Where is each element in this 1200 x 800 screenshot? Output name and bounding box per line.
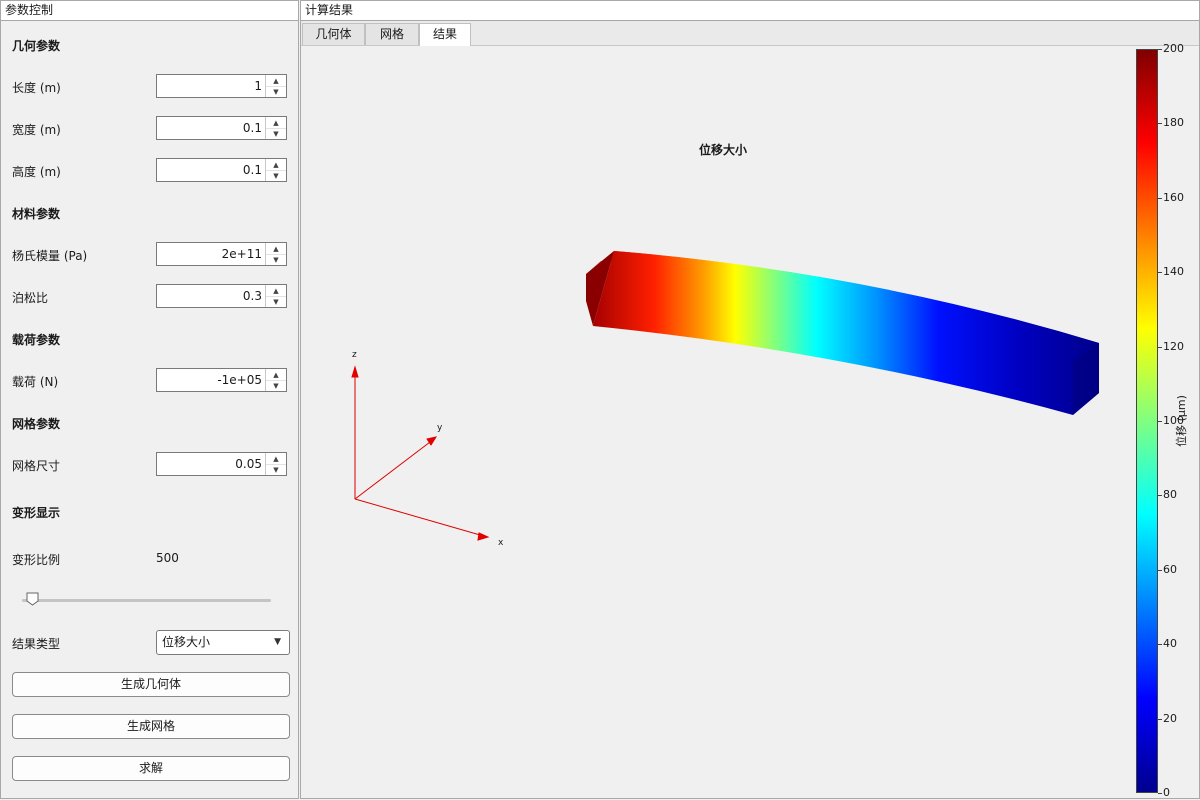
- poisson-input[interactable]: [157, 285, 265, 307]
- generate-geometry-button[interactable]: 生成几何体: [12, 672, 290, 697]
- colorbar-tick-mark: [1158, 569, 1162, 571]
- colorbar-tick-mark: [1158, 495, 1162, 497]
- axis-z-label: z: [352, 350, 357, 360]
- colorbar-tick-label: 80: [1163, 488, 1177, 502]
- result-type-label: 结果类型: [12, 637, 61, 651]
- youngs-modulus-spinner: ▲▼: [156, 242, 287, 266]
- length-spinner: ▲▼: [156, 74, 287, 98]
- length-label: 长度 (m): [12, 81, 61, 95]
- section-mesh: 网格参数: [12, 417, 61, 431]
- height-input[interactable]: [157, 159, 265, 181]
- colorbar-label: 位移 (μm): [1175, 395, 1188, 447]
- results-panel: 计算结果 几何体 网格 结果 位移大小 z y x 200 180 160 14…: [300, 0, 1200, 799]
- deform-scale-slider-track[interactable]: [22, 599, 271, 602]
- colorbar-tick-mark: [1158, 421, 1162, 422]
- width-label: 宽度 (m): [12, 123, 61, 137]
- colorbar-tick-label: 200: [1163, 42, 1184, 55]
- width-input[interactable]: [157, 117, 265, 139]
- colorbar-tick-mark: [1158, 644, 1162, 646]
- deform-scale-label: 变形比例: [12, 553, 61, 567]
- section-geometry: 几何参数: [12, 39, 61, 53]
- colorbar-tick-label: 140: [1163, 265, 1184, 279]
- load-input[interactable]: [157, 369, 265, 391]
- height-label: 高度 (m): [12, 165, 61, 179]
- poisson-label: 泊松比: [12, 291, 49, 305]
- mesh-size-spinner: ▲▼: [156, 452, 287, 476]
- result-type-dropdown[interactable]: 位移大小 ▼: [156, 630, 290, 655]
- colorbar-tick-label: 60: [1163, 562, 1177, 576]
- axis-y-label: y: [437, 423, 443, 433]
- parameter-panel-title: 参数控制: [1, 1, 298, 21]
- mesh-size-down-icon[interactable]: ▼: [266, 464, 286, 475]
- poisson-down-icon[interactable]: ▼: [266, 296, 286, 307]
- colorbar-tick-mark: [1158, 346, 1162, 348]
- deform-scale-slider-thumb[interactable]: [26, 592, 39, 606]
- deform-scale-value: 500: [156, 551, 179, 565]
- load-down-icon[interactable]: ▼: [266, 380, 286, 391]
- colorbar: [1136, 49, 1158, 793]
- axes-triad: [351, 365, 490, 541]
- length-down-icon[interactable]: ▼: [266, 86, 286, 97]
- mesh-size-label: 网格尺寸: [12, 459, 61, 473]
- colorbar-tick-label: 160: [1163, 190, 1184, 204]
- mesh-size-input[interactable]: [157, 453, 265, 475]
- section-material: 材料参数: [12, 207, 61, 221]
- youngs-modulus-input[interactable]: [157, 243, 265, 265]
- width-spinner: ▲▼: [156, 116, 287, 140]
- colorbar-tick-label: 40: [1163, 637, 1177, 651]
- colorbar-tick-mark: [1158, 197, 1162, 199]
- colorbar-tick-label: 120: [1163, 339, 1184, 353]
- height-spinner: ▲▼: [156, 158, 287, 182]
- colorbar-tick-mark: [1158, 718, 1162, 720]
- colorbar-tick-mark: [1158, 272, 1162, 274]
- colorbar-tick-mark: [1158, 793, 1162, 794]
- colorbar-tick-label: 0: [1163, 786, 1170, 799]
- youngs-down-icon[interactable]: ▼: [266, 254, 286, 265]
- solve-button[interactable]: 求解: [12, 756, 290, 781]
- chevron-down-icon: ▼: [274, 637, 281, 647]
- generate-mesh-button[interactable]: 生成网格: [12, 714, 290, 739]
- colorbar-tick-label: 180: [1163, 116, 1184, 130]
- height-down-icon[interactable]: ▼: [266, 170, 286, 181]
- parameter-panel: 参数控制 几何参数 长度 (m) ▲▼ 宽度 (m) ▲▼ 高度 (m) ▲▼ …: [0, 0, 299, 799]
- load-label: 载荷 (N): [12, 375, 59, 389]
- colorbar-tick-mark: [1158, 49, 1162, 50]
- result-type-value: 位移大小: [162, 635, 211, 649]
- colorbar-tick-label: 20: [1163, 711, 1177, 725]
- width-down-icon[interactable]: ▼: [266, 128, 286, 139]
- youngs-modulus-label: 杨氏模量 (Pa): [12, 249, 88, 263]
- beam-front-face: [593, 251, 1099, 415]
- section-load: 载荷参数: [12, 333, 61, 347]
- poisson-spinner: ▲▼: [156, 284, 287, 308]
- load-spinner: ▲▼: [156, 368, 287, 392]
- beam-plot: [351, 251, 1099, 541]
- section-deform: 变形显示: [12, 506, 61, 520]
- length-input[interactable]: [157, 75, 265, 97]
- axis-x-label: x: [498, 538, 504, 548]
- colorbar-tick-mark: [1158, 123, 1162, 125]
